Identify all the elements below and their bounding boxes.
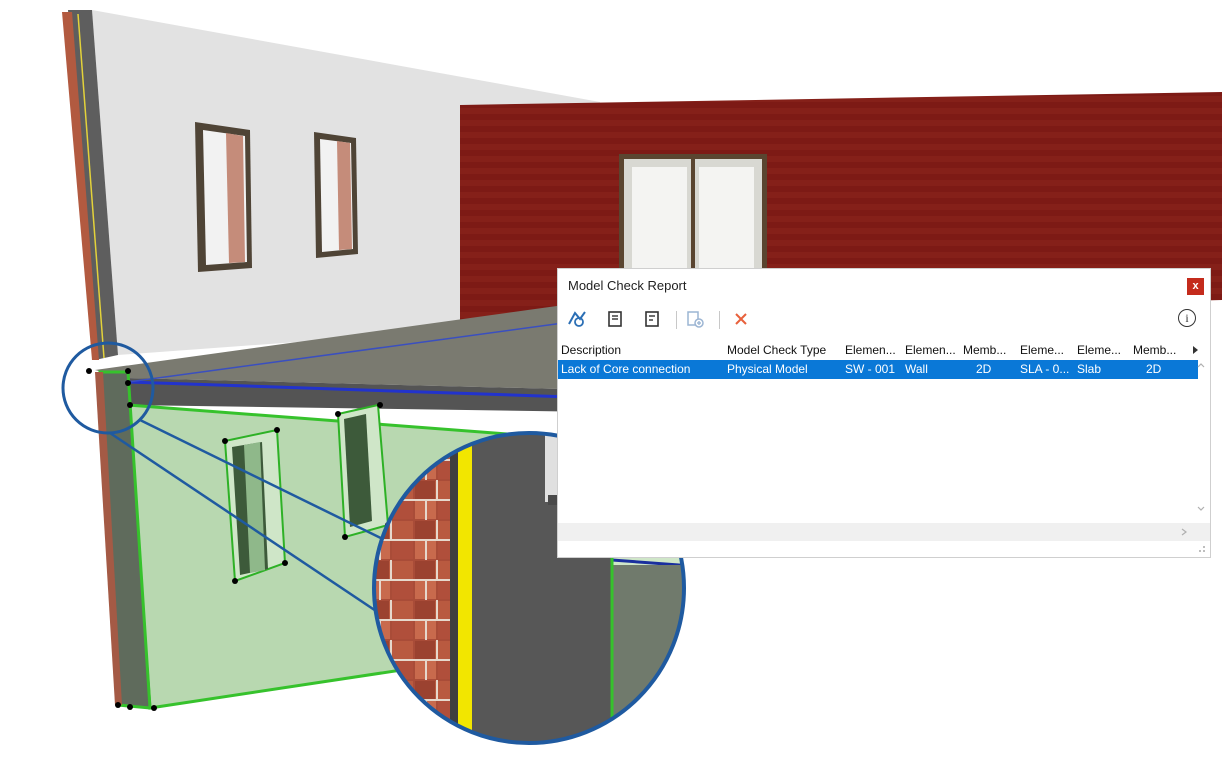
window-lower-right[interactable] <box>336 403 390 539</box>
info-button[interactable]: i <box>1178 309 1196 327</box>
add-issue-icon[interactable] <box>684 308 706 330</box>
window-upper-left[interactable] <box>195 122 252 272</box>
column-header-element-3[interactable]: Eleme... <box>1017 341 1074 360</box>
column-header-description[interactable]: Description <box>558 341 724 360</box>
delete-icon[interactable] <box>730 308 752 330</box>
column-header-element-1[interactable]: Elemen... <box>842 341 902 360</box>
table-row[interactable]: Lack of Core connection Physical Model S… <box>558 360 1198 379</box>
cell-member-1: 2D <box>976 362 992 376</box>
resize-grip-icon[interactable] <box>1196 543 1206 553</box>
column-header-model-check-type[interactable]: Model Check Type <box>724 341 842 360</box>
model-check-report-dialog[interactable]: Model Check Report x i Description Model… <box>557 268 1211 558</box>
door[interactable] <box>619 154 767 274</box>
cell-element-2: Wall <box>905 362 928 376</box>
cell-description: Lack of Core connection <box>561 362 691 376</box>
column-header-member-2[interactable]: Memb... <box>1130 341 1188 360</box>
close-button[interactable]: x <box>1187 278 1204 295</box>
select-other-element-icon[interactable] <box>642 308 664 330</box>
horizontal-scrollbar[interactable] <box>558 523 1210 541</box>
cell-element-1: SW - 001 <box>845 362 896 376</box>
select-element-icon[interactable] <box>605 308 627 330</box>
column-header-element-2[interactable]: Elemen... <box>902 341 960 360</box>
header-scroll-right-icon[interactable] <box>1193 346 1198 354</box>
dialog-titlebar[interactable]: Model Check Report x <box>558 269 1210 303</box>
dialog-toolbar: i <box>558 305 1210 335</box>
column-header-element-4[interactable]: Eleme... <box>1074 341 1130 360</box>
window-lower-left[interactable] <box>223 428 287 583</box>
zoom-to-element-icon[interactable] <box>566 308 588 330</box>
dialog-title: Model Check Report <box>568 278 687 293</box>
vertical-scrollbar[interactable] <box>1195 359 1207 519</box>
cell-model-check-type: Physical Model <box>727 362 808 376</box>
cell-element-4: Slab <box>1077 362 1102 376</box>
window-upper-right[interactable] <box>314 132 358 258</box>
cell-member-2: 2D <box>1146 362 1162 376</box>
cell-element-3: SLA - 0... <box>1020 362 1070 376</box>
column-header-member-1[interactable]: Memb... <box>960 341 1017 360</box>
scroll-right-icon[interactable] <box>1180 527 1188 537</box>
table-header: Description Model Check Type Elemen... E… <box>558 341 1198 360</box>
